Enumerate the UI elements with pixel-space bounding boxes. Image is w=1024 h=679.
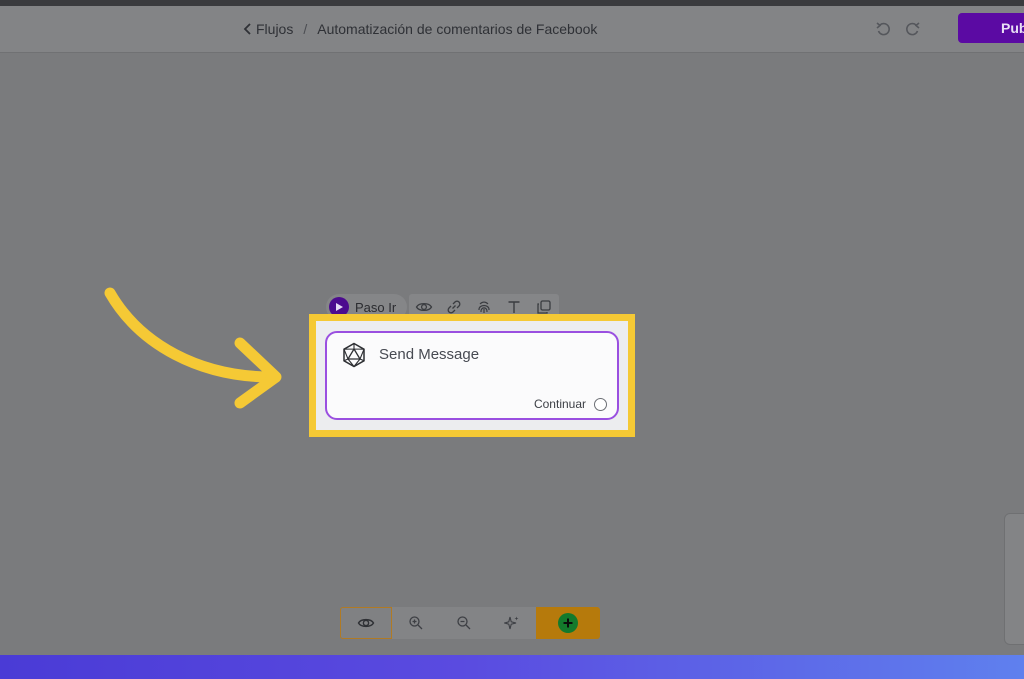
output-handle[interactable] — [594, 397, 607, 411]
back-link[interactable]: Flujos — [242, 21, 293, 37]
chevron-left-icon — [243, 23, 251, 35]
node-title: Send Message — [379, 346, 480, 363]
publish-button[interactable]: Pub — [958, 13, 1024, 43]
step-chip-label: Paso Ir — [355, 299, 397, 315]
auto-arrange-button[interactable] — [488, 607, 536, 639]
history-controls — [874, 20, 922, 38]
breadcrumb-separator: / — [303, 21, 308, 37]
send-message-node[interactable]: Send Message Continuar — [325, 331, 619, 420]
node-output: Continuar — [534, 397, 607, 411]
output-label: Continuar — [533, 397, 586, 411]
preview-button[interactable] — [340, 607, 392, 639]
plus-icon — [558, 613, 578, 633]
redo-icon[interactable] — [904, 20, 922, 38]
add-step-button[interactable] — [536, 607, 600, 639]
undo-icon[interactable] — [874, 20, 892, 38]
flow-title: Automatización de comentarios de Faceboo… — [317, 21, 598, 37]
zoom-in-icon — [409, 616, 423, 630]
zoom-out-icon — [457, 616, 471, 630]
breadcrumb: Flujos / Automatización de comentarios d… — [242, 21, 597, 37]
bottom-banner — [0, 655, 1024, 679]
side-panel-tab[interactable] — [1004, 513, 1024, 645]
zoom-in-button[interactable] — [392, 607, 440, 639]
zoom-out-button[interactable] — [440, 607, 488, 639]
annotation-arrow — [104, 287, 282, 409]
editor-header: Flujos / Automatización de comentarios d… — [0, 6, 1024, 53]
eye-icon — [357, 618, 375, 628]
back-link-label: Flujos — [256, 21, 294, 37]
sparkle-icon — [504, 616, 519, 630]
icosahedron-icon — [343, 342, 365, 368]
canvas-toolbar — [340, 607, 600, 639]
